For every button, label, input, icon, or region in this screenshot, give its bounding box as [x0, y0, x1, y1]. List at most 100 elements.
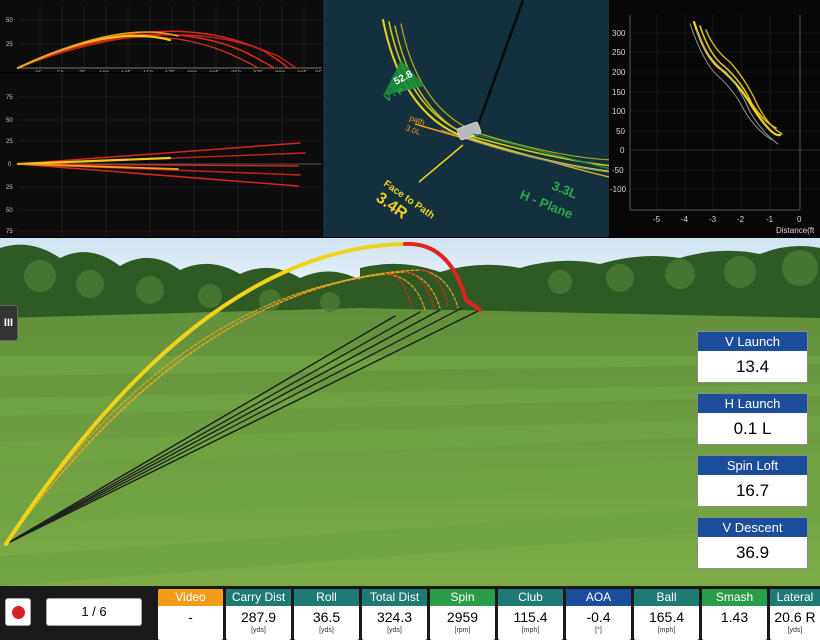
stat-value: 16.7	[735, 481, 770, 500]
metric-label: Lateral	[770, 589, 820, 606]
spin-x-tick: 0	[797, 215, 802, 224]
metric-video[interactable]: Video -	[158, 589, 223, 640]
trajectory-height-chart: 50 25 25 50 75 100 125 150 175 200 225 2…	[0, 0, 322, 72]
metric-label: Spin	[430, 589, 495, 606]
metric-label: Video	[158, 589, 223, 606]
stat-value: 36.9	[735, 543, 770, 562]
side-y-tick: 75	[6, 95, 13, 101]
stat-label: V Launch	[698, 332, 807, 351]
metric-value: 115.4	[513, 609, 548, 625]
side-y-tick: 25	[6, 139, 13, 145]
metric-aoa[interactable]: AOA -0.4 [°]	[566, 589, 631, 640]
shot-page-indicator[interactable]: 1 / 6	[46, 598, 142, 626]
side-y-tick: 0	[8, 162, 12, 168]
spin-x-tick: -4	[681, 215, 689, 224]
spin-y-tick: 300	[612, 29, 626, 38]
top-x-tick: 225	[209, 71, 220, 72]
spin-y-tick: 200	[612, 68, 626, 77]
metric-lateral[interactable]: Lateral 20.6 R [yds]	[770, 589, 820, 640]
lateral-dispersion-chart: 75 50 25 0 25 50 75	[0, 73, 322, 237]
top-x-tick: 275	[253, 71, 264, 72]
top-x-tick: 325	[297, 71, 308, 72]
v-plane-label: V - P	[383, 86, 405, 104]
stat-label: H Launch	[698, 394, 807, 413]
path-curve	[705, 29, 783, 135]
metric-unit: [mph]	[521, 627, 540, 634]
club-path-chart: 300 250 200 150 100 50 0 -50 -100 -5 -4 …	[610, 0, 820, 237]
metric-ball[interactable]: Ball 165.4 [mph]	[634, 589, 699, 640]
spin-x-tick: -3	[709, 215, 717, 224]
side-y-tick: 75	[6, 229, 13, 235]
top-y-tick: 50	[6, 18, 13, 24]
metric-value: 36.5	[312, 609, 341, 625]
top-x-tick: 125	[121, 71, 132, 72]
metric-value: 1.43	[720, 609, 749, 625]
top-x-tick: 250	[231, 71, 242, 72]
metric-value: 20.6 R	[774, 609, 816, 625]
spin-x-tick: -5	[653, 215, 661, 224]
metric-label: AOA	[566, 589, 631, 606]
spin-y-tick: 50	[616, 127, 625, 136]
metric-value: 2959	[446, 609, 479, 625]
metric-label: Carry Dist	[226, 589, 291, 606]
top-y-tick: 25	[6, 42, 13, 48]
face-to-path-pointer	[418, 144, 464, 183]
top-x-tick: 350	[315, 71, 322, 72]
spin-y-tick: 100	[612, 107, 626, 116]
club-delivery-panel: 52.8 V - P path 3.0L Face to Path 3.4R 3…	[323, 0, 609, 237]
top-x-ticks: 25 50 75 100 125 150 175 200 225 250 275…	[35, 71, 322, 72]
club-shaft	[476, 0, 525, 126]
stat-value: 13.4	[735, 357, 770, 376]
swing-path-line	[382, 19, 609, 173]
top-x-tick: 300	[275, 71, 286, 72]
metric-roll[interactable]: Roll 36.5 [yds]	[294, 589, 359, 640]
metric-unit: [mph]	[657, 627, 676, 634]
spin-y-tick: -100	[610, 185, 627, 194]
side-y-tick: 50	[6, 208, 13, 214]
metric-label: Ball	[634, 589, 699, 606]
metric-smash[interactable]: Smash 1.43	[702, 589, 767, 640]
swing-path-line	[400, 23, 609, 161]
metric-unit: [°]	[595, 627, 602, 634]
record-button[interactable]	[5, 598, 31, 626]
metric-value: -0.4	[586, 609, 611, 625]
top-x-tick: 50	[57, 71, 64, 72]
metric-carry-dist[interactable]: Carry Dist 287.9 [yds]	[226, 589, 291, 640]
top-x-tick: 175	[165, 71, 176, 72]
metric-value: 324.3	[376, 609, 413, 625]
side-y-tick: 50	[6, 118, 13, 124]
metric-value: -	[188, 609, 193, 625]
metric-unit: [yds]	[319, 627, 334, 634]
metric-value: 165.4	[648, 609, 685, 625]
metric-total-dist[interactable]: Total Dist 324.3 [yds]	[362, 589, 427, 640]
stat-value: 0.1 L	[733, 419, 772, 438]
stat-label: Spin Loft	[698, 456, 807, 475]
stat-spin-loft: Spin Loft 16.7	[697, 455, 808, 507]
spin-x-tick: -1	[766, 215, 774, 224]
top-x-tick: 200	[187, 71, 198, 72]
metric-label: Total Dist	[362, 589, 427, 606]
h-plane-value: 3.3L	[550, 178, 580, 202]
stat-v-launch: V Launch 13.4	[697, 331, 808, 383]
panel-toggle-tab[interactable]: III	[0, 305, 18, 341]
spin-y-tick: 0	[620, 146, 625, 155]
metric-label: Smash	[702, 589, 767, 606]
spin-y-tick: -50	[612, 166, 624, 175]
top-x-tick: 75	[79, 71, 86, 72]
stat-label: V Descent	[698, 518, 807, 537]
top-x-tick: 150	[143, 71, 154, 72]
spin-x-label: Distance(ft	[776, 226, 815, 235]
swing-path-line	[394, 25, 609, 178]
spin-y-tick: 250	[612, 48, 626, 57]
lateral-line	[17, 142, 301, 165]
metric-spin[interactable]: Spin 2959 [rpm]	[430, 589, 495, 640]
side-y-tick: 25	[6, 185, 13, 191]
metric-unit: [yds]	[387, 627, 402, 634]
stat-v-descent: V Descent 36.9	[697, 517, 808, 569]
h-plane-line	[472, 133, 609, 170]
stat-h-launch: H Launch 0.1 L	[697, 393, 808, 445]
spin-x-tick: -2	[737, 215, 745, 224]
record-icon	[12, 606, 25, 619]
top-x-tick: 100	[99, 71, 110, 72]
metric-club[interactable]: Club 115.4 [mph]	[498, 589, 563, 640]
